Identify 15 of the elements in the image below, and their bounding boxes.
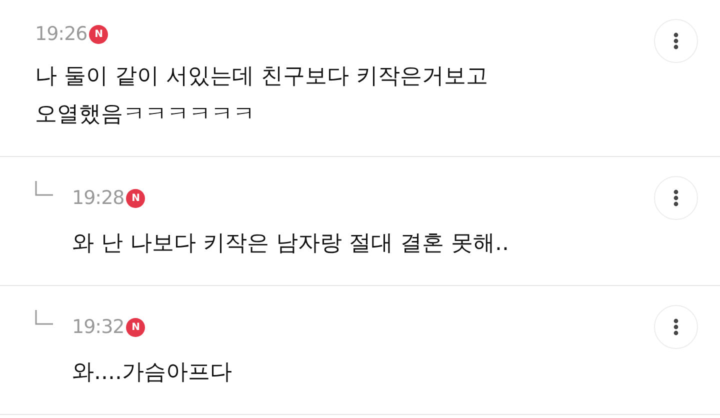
new-badge: N <box>126 318 146 336</box>
comment-text: 나 둘이 같이 서있는데 친구보다 키작은거보고 오열했음ㅋㅋㅋㅋㅋㅋ <box>35 63 489 129</box>
more-vertical-icon <box>673 32 679 50</box>
more-vertical-icon <box>673 189 679 207</box>
comment-time: 19:28 <box>72 187 124 209</box>
comment-time: 19:32 <box>72 316 124 338</box>
new-badge: N <box>126 188 146 208</box>
more-options-button[interactable] <box>654 176 698 220</box>
more-vertical-icon <box>673 318 679 336</box>
comment-time: 19:26 <box>35 23 88 45</box>
new-badge: N <box>89 24 108 44</box>
comment-text: 와 난 나보다 키작은 남자랑 절대 결혼 못해.. <box>72 230 510 258</box>
more-options-button[interactable] <box>654 19 698 63</box>
more-options-button[interactable] <box>654 305 698 349</box>
comment-text: 와....가슴아프다 <box>72 359 233 387</box>
